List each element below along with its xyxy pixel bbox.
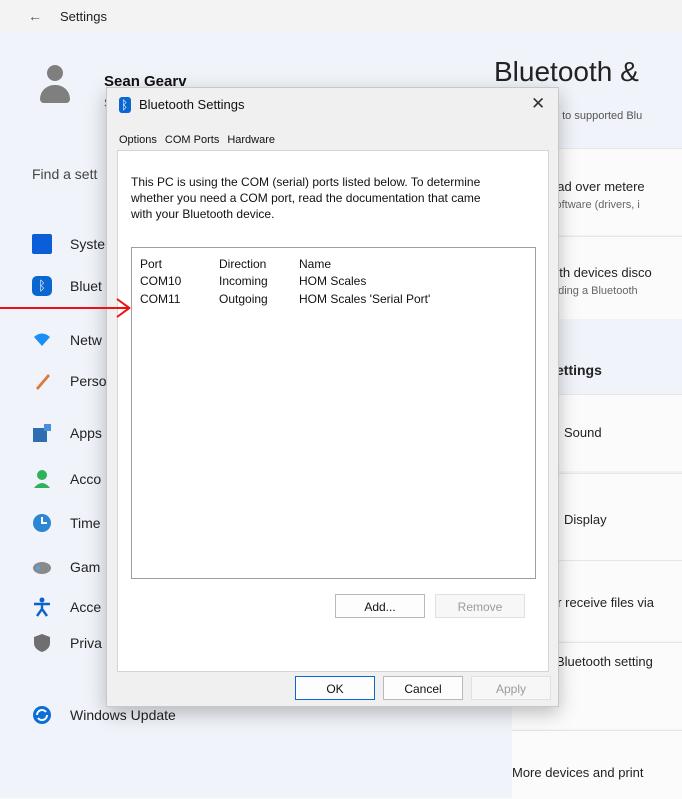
network-icon <box>32 330 52 350</box>
close-icon[interactable]: ✕ <box>531 94 545 114</box>
related-item-label: Sound <box>564 425 602 440</box>
column-header-direction: Direction <box>219 257 267 271</box>
tab-hardware[interactable]: Hardware <box>227 134 275 146</box>
avatar-head <box>47 65 63 81</box>
avatar <box>38 65 72 107</box>
column-header-name: Name <box>299 257 332 271</box>
sidebar-item-apps[interactable]: Apps <box>32 421 102 445</box>
page-title: Bluetooth & <box>494 56 639 87</box>
card-subtitle: software (drivers, i <box>550 199 640 211</box>
sidebar-item-time[interactable]: Time <box>32 511 101 535</box>
port-cell: COM11 <box>140 292 181 306</box>
com-ports-description: This PC is using the COM (serial) ports … <box>131 175 481 221</box>
card-title: oth devices disco <box>552 265 652 280</box>
com-ports-list[interactable]: Port Direction Name COM10 Incoming HOM S… <box>131 247 536 579</box>
related-item-label: Display <box>564 512 607 527</box>
windows-update-icon <box>32 705 52 725</box>
time-icon <box>32 513 52 533</box>
accounts-icon <box>32 469 52 489</box>
bluetooth-icon: ᛒ <box>32 276 52 296</box>
related-item-label: More devices and print <box>512 765 644 780</box>
sidebar-item-privacy[interactable]: Priva <box>32 631 102 655</box>
ok-button[interactable]: OK <box>295 676 375 700</box>
dialog-tabs: Options COM Ports Hardware <box>119 134 283 146</box>
privacy-icon <box>32 633 52 653</box>
app-title: Settings <box>60 9 107 24</box>
list-item[interactable]: COM10 Incoming HOM Scales <box>132 274 533 290</box>
list-item[interactable]: COM11 Outgoing HOM Scales 'Serial Port' <box>132 292 533 308</box>
bluetooth-icon <box>119 97 131 113</box>
apply-button[interactable]: Apply <box>471 676 551 700</box>
sidebar-item-label: Acco <box>70 471 102 487</box>
sidebar-item-accessibility[interactable]: Acce <box>32 595 101 619</box>
name-cell: HOM Scales 'Serial Port' <box>299 292 431 306</box>
sidebar-item-accounts[interactable]: Acco <box>32 467 101 491</box>
sidebar-item-network[interactable]: Netw <box>32 328 102 352</box>
direction-cell: Outgoing <box>219 292 268 306</box>
sidebar-item-label: Apps <box>70 425 102 441</box>
back-arrow-icon[interactable]: ← <box>28 8 42 24</box>
add-button[interactable]: Add... <box>335 594 425 618</box>
card-title: oad over metere <box>550 179 645 194</box>
related-settings-heading: ettings <box>556 362 602 378</box>
avatar-body <box>40 85 70 103</box>
related-item-more-devices-printers[interactable]: More devices and print <box>512 730 682 799</box>
bluetooth-settings-dialog: Bluetooth Settings ✕ Options COM Ports H… <box>106 87 559 707</box>
tab-com-ports[interactable]: COM Ports <box>165 134 219 146</box>
card-subtitle: dding a Bluetooth <box>552 285 638 297</box>
sidebar-item-label: Acce <box>70 599 102 615</box>
related-item-label: or receive files via <box>550 595 655 610</box>
direction-cell: Incoming <box>219 274 268 288</box>
apps-icon <box>32 423 52 443</box>
sidebar-item-label: Windows Update <box>70 707 176 723</box>
search-settings-input[interactable]: Find a sett <box>32 166 97 182</box>
port-cell: COM10 <box>140 274 182 288</box>
sidebar-item-gaming[interactable]: Gam <box>32 555 100 579</box>
sidebar-item-label: Syste <box>70 236 106 252</box>
sidebar-item-bluetooth[interactable]: ᛒ Bluet <box>32 274 102 298</box>
sidebar-item-label: Netw <box>70 332 102 348</box>
page-subtitle: t to supported Blu <box>556 110 643 122</box>
sidebar-item-label: Bluet <box>70 278 102 294</box>
sidebar-item-label: Time <box>70 515 101 531</box>
sidebar-item-system[interactable]: Syste <box>32 232 105 256</box>
gaming-icon <box>32 557 52 577</box>
remove-button[interactable]: Remove <box>435 594 525 618</box>
sidebar-item-label: Gam <box>70 559 101 575</box>
title-bar: ← Settings <box>0 0 682 32</box>
com-ports-panel: This PC is using the COM (serial) ports … <box>117 150 549 672</box>
sidebar-item-label: Priva <box>70 635 102 651</box>
tab-options[interactable]: Options <box>119 134 157 146</box>
name-cell: HOM Scales <box>299 274 367 288</box>
system-icon <box>32 234 52 254</box>
annotation-arrow-shaft <box>0 307 130 309</box>
related-item-label: Bluetooth setting <box>556 654 653 669</box>
sidebar-item-label: Perso <box>70 373 107 389</box>
dialog-title: Bluetooth Settings <box>139 97 245 112</box>
column-header-port: Port <box>140 257 163 271</box>
accessibility-icon <box>32 597 52 617</box>
personalization-icon <box>32 371 52 391</box>
cancel-button[interactable]: Cancel <box>383 676 463 700</box>
sidebar-item-personalization[interactable]: Perso <box>32 369 107 393</box>
